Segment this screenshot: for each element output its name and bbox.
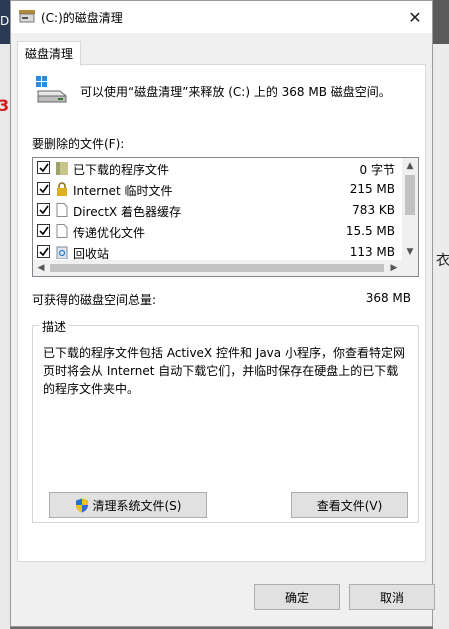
background-window-left: D 3 bbox=[0, 0, 10, 629]
checkbox[interactable] bbox=[37, 245, 50, 258]
shield-icon bbox=[75, 498, 88, 512]
scroll-thumb[interactable] bbox=[405, 175, 415, 215]
file-name: Internet 临时文件 bbox=[73, 184, 173, 198]
background-window-right: 衣 bbox=[433, 0, 449, 629]
title-bar[interactable]: (C:)的磁盘清理 ✕ bbox=[11, 1, 432, 33]
files-to-delete-label: 要删除的文件(F): bbox=[32, 137, 125, 151]
description-group: 描述 已下载的程序文件包括 ActiveX 控件和 Java 小程序，你查看特定… bbox=[32, 318, 419, 523]
checkmark-icon bbox=[39, 247, 49, 257]
scroll-left-icon[interactable]: ◀ bbox=[33, 260, 49, 276]
checkmark-icon bbox=[39, 163, 49, 173]
intro-text: 可以使用“磁盘清理”来释放 (C:) 上的 368 MB 磁盘空间。 bbox=[80, 85, 391, 99]
checkmark-icon bbox=[39, 205, 49, 215]
list-item[interactable]: Internet 临时文件 215 MB bbox=[33, 179, 403, 200]
folder-icon bbox=[56, 162, 68, 175]
ok-button[interactable]: 确定 bbox=[254, 584, 340, 610]
horizontal-scrollbar[interactable]: ◀ ▶ bbox=[33, 260, 418, 276]
scrollbar-corner bbox=[402, 260, 418, 276]
cancel-button[interactable]: 取消 bbox=[349, 584, 435, 610]
close-icon: ✕ bbox=[408, 7, 422, 27]
background-red-text: 3 bbox=[0, 96, 10, 115]
total-space-value: 368 MB bbox=[365, 291, 411, 305]
file-icon bbox=[56, 224, 68, 238]
checkbox[interactable] bbox=[37, 203, 50, 216]
vertical-scrollbar[interactable]: ▲ ▼ bbox=[402, 158, 418, 260]
files-listbox[interactable]: 已下载的程序文件 0 字节 Internet 临时文件 215 MB Direc… bbox=[32, 157, 419, 277]
file-size: 15.5 MB bbox=[345, 224, 395, 238]
disk-cleanup-icon bbox=[19, 10, 35, 23]
scroll-right-icon[interactable]: ▶ bbox=[386, 260, 402, 276]
clean-system-files-label: 清理系统文件(S) bbox=[92, 498, 182, 513]
file-size: 215 MB bbox=[349, 182, 395, 196]
list-item[interactable]: 已下载的程序文件 0 字节 bbox=[33, 158, 403, 179]
checkmark-icon bbox=[39, 226, 49, 236]
file-name: DirectX 着色器缓存 bbox=[73, 205, 181, 219]
files-list: 已下载的程序文件 0 字节 Internet 临时文件 215 MB Direc… bbox=[33, 158, 403, 263]
drive-icon bbox=[36, 76, 67, 103]
description-legend: 描述 bbox=[39, 318, 70, 335]
view-files-button[interactable]: 查看文件(V) bbox=[291, 492, 408, 518]
total-space-label: 可获得的磁盘空间总量: bbox=[32, 293, 157, 307]
checkbox[interactable] bbox=[37, 161, 50, 174]
close-button[interactable]: ✕ bbox=[398, 1, 432, 33]
list-item[interactable]: DirectX 着色器缓存 783 KB bbox=[33, 200, 403, 221]
file-icon bbox=[56, 203, 68, 217]
tab-disk-cleanup[interactable]: 磁盘清理 bbox=[17, 41, 81, 66]
window-title: (C:)的磁盘清理 bbox=[41, 11, 123, 25]
background-text-left: D bbox=[0, 14, 10, 28]
background-right-top bbox=[433, 0, 449, 44]
file-name: 已下载的程序文件 bbox=[73, 163, 170, 177]
file-size: 0 字节 bbox=[359, 163, 395, 177]
file-size: 783 KB bbox=[352, 203, 395, 217]
checkmark-icon bbox=[39, 184, 49, 194]
checkbox[interactable] bbox=[37, 182, 50, 195]
scroll-down-icon[interactable]: ▼ bbox=[402, 244, 418, 260]
scroll-up-icon[interactable]: ▲ bbox=[402, 158, 418, 174]
description-text: 已下载的程序文件包括 ActiveX 控件和 Java 小程序，你查看特定网页时… bbox=[43, 346, 405, 396]
checkbox[interactable] bbox=[37, 224, 50, 237]
horizontal-scroll-thumb[interactable] bbox=[50, 264, 384, 272]
clean-system-files-button[interactable]: 清理系统文件(S) bbox=[49, 492, 207, 518]
lock-icon bbox=[57, 182, 67, 196]
list-item[interactable]: 传递优化文件 15.5 MB bbox=[33, 221, 403, 242]
file-name: 传递优化文件 bbox=[73, 226, 146, 240]
file-size: 113 MB bbox=[349, 245, 395, 259]
recycle-bin-icon bbox=[56, 246, 68, 259]
background-text-right: 衣 bbox=[436, 253, 449, 269]
tab-panel: 可以使用“磁盘清理”来释放 (C:) 上的 368 MB 磁盘空间。 要删除的文… bbox=[17, 64, 426, 562]
disk-cleanup-dialog: (C:)的磁盘清理 ✕ 磁盘清理 可以使用“磁盘清理”来释放 (C:) 上的 3… bbox=[10, 0, 435, 627]
